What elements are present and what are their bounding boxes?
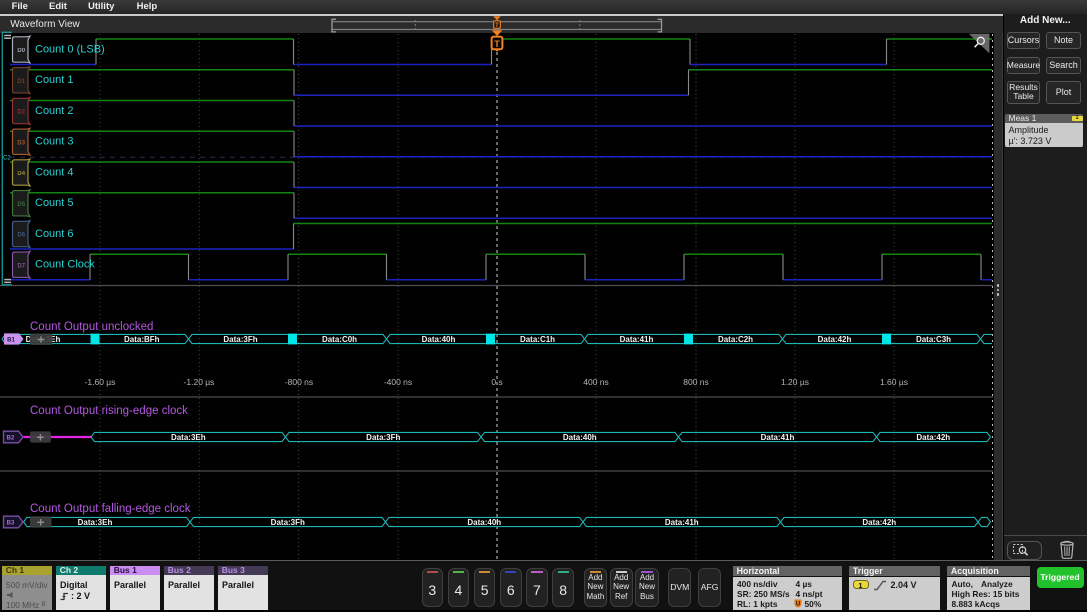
svg-text:Data:3Fh: Data:3Fh	[223, 335, 257, 344]
svg-text:Count 2: Count 2	[35, 105, 74, 117]
svg-text:Data:41h: Data:41h	[620, 335, 654, 344]
svg-text:Data:41h: Data:41h	[665, 518, 699, 527]
svg-text:Data:40h: Data:40h	[422, 335, 456, 344]
svg-text:Data:42h: Data:42h	[818, 335, 852, 344]
svg-text:Data:40h: Data:40h	[467, 518, 501, 527]
svg-text:Data:C1h: Data:C1h	[520, 335, 555, 344]
svg-text:T: T	[494, 39, 500, 49]
svg-text:1.60 µs: 1.60 µs	[880, 377, 908, 387]
svg-text:D1: D1	[17, 79, 25, 85]
svg-text:Data:BFh: Data:BFh	[124, 335, 160, 344]
svg-text:D2: D2	[17, 110, 25, 116]
svg-text:Count 1: Count 1	[35, 74, 74, 86]
svg-text:400 ns: 400 ns	[583, 377, 609, 387]
svg-text:D0: D0	[17, 48, 25, 54]
svg-text:-800 ns: -800 ns	[285, 377, 313, 387]
svg-text:Data:3Eh: Data:3Eh	[78, 518, 113, 527]
svg-text:Count 6: Count 6	[35, 228, 74, 240]
svg-text:Count 0 (LSB): Count 0 (LSB)	[35, 43, 105, 55]
svg-text:Count Output rising-edge clock: Count Output rising-edge clock	[30, 405, 188, 417]
svg-text:Data:42h: Data:42h	[862, 518, 896, 527]
svg-text:T: T	[495, 23, 499, 29]
svg-text:Data:C2h: Data:C2h	[718, 335, 753, 344]
svg-text:Count Output unclocked: Count Output unclocked	[30, 321, 153, 333]
svg-text:D7: D7	[17, 263, 25, 269]
svg-text:Count Output falling-edge cloc: Count Output falling-edge clock	[30, 503, 191, 515]
svg-text:B1: B1	[7, 338, 15, 344]
svg-text:B3: B3	[7, 521, 15, 527]
svg-text:800 ns: 800 ns	[683, 377, 709, 387]
svg-text:Data:40h: Data:40h	[563, 433, 597, 442]
svg-text:B2: B2	[7, 436, 15, 442]
svg-text:D5: D5	[17, 202, 25, 208]
svg-text:Data:42h: Data:42h	[916, 433, 950, 442]
svg-text:Data:3Fh: Data:3Fh	[366, 433, 400, 442]
svg-text:Data:3Fh: Data:3Fh	[271, 518, 305, 527]
svg-text:D6: D6	[17, 233, 25, 239]
svg-text:Data:C3h: Data:C3h	[916, 335, 951, 344]
svg-text:0 s: 0 s	[491, 377, 502, 387]
svg-text:-400 ns: -400 ns	[384, 377, 412, 387]
svg-text:Data:C0h: Data:C0h	[322, 335, 357, 344]
svg-text:D4: D4	[17, 171, 25, 177]
svg-text:-1.20 µs: -1.20 µs	[184, 377, 215, 387]
svg-text:Count 5: Count 5	[35, 197, 74, 209]
svg-text:-1.60 µs: -1.60 µs	[85, 377, 116, 387]
svg-text:Count 3: Count 3	[35, 136, 74, 148]
svg-text:Data:41h: Data:41h	[761, 433, 795, 442]
svg-text:Count Clock: Count Clock	[35, 259, 95, 271]
svg-text:Count 4: Count 4	[35, 166, 74, 178]
svg-text:Data:3Eh: Data:3Eh	[171, 433, 206, 442]
svg-text:C2: C2	[3, 156, 11, 162]
svg-text:D3: D3	[17, 140, 25, 146]
svg-text:1.20 µs: 1.20 µs	[781, 377, 809, 387]
